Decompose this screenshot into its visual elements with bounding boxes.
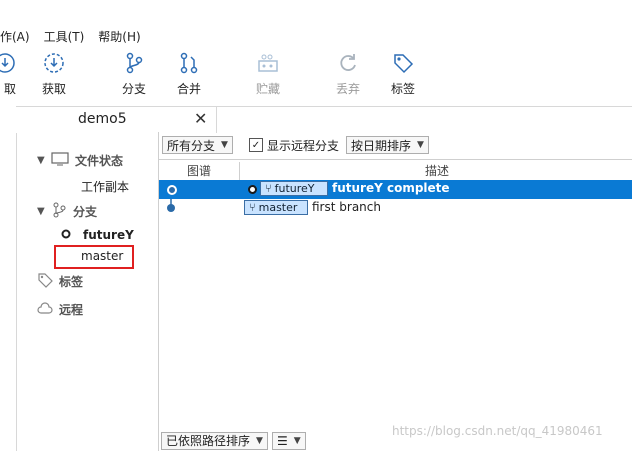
view-mode-dropdown[interactable]: ☰ ▼	[271, 431, 306, 450]
monitor-icon	[51, 152, 69, 169]
sidebar-item-remotes[interactable]: 远程	[37, 301, 83, 318]
current-branch-icon	[61, 228, 71, 242]
menu-help[interactable]: 帮助(H)	[98, 28, 140, 45]
column-description[interactable]: 描述	[239, 162, 632, 180]
commit-message: futureY complete	[332, 181, 450, 195]
sidebar: ▼ 文件状态 工作副本 ▼ 分支 futureY master 标签 远程	[17, 132, 157, 451]
history-panel: 所有分支 ▼ ✓ 显示远程分支 按日期排序 ▼ 图谱 描述 ⑂ futureY fut…	[158, 132, 632, 451]
column-header: 图谱 描述	[159, 159, 632, 181]
commit-node-icon	[167, 204, 175, 212]
fetch-button[interactable]: 取	[0, 48, 30, 97]
chevron-down-icon: ▼	[256, 435, 263, 446]
sort-path-dropdown[interactable]: 已依照路径排序 ▼	[161, 431, 268, 450]
head-marker-icon	[248, 185, 257, 194]
pull-icon	[29, 48, 79, 78]
branch-tag-futurey[interactable]: ⑂ futureY	[260, 181, 328, 196]
chevron-down-icon: ▼	[37, 206, 45, 217]
tag-icon	[37, 272, 53, 291]
sidebar-item-branches[interactable]: ▼ 分支	[37, 202, 97, 221]
toolbar: 取 获取 分支 合并 贮藏 丢弃 标签	[0, 48, 632, 104]
branch-icon: ⑂	[265, 182, 272, 195]
commit-node-icon	[167, 185, 177, 195]
merge-button[interactable]: 合并	[164, 48, 214, 97]
menu-action[interactable]: 作(A)	[0, 28, 30, 45]
chevron-down-icon: ▼	[37, 155, 45, 166]
watermark: https://blog.csdn.net/qq_41980461	[392, 424, 603, 438]
tab-title: demo5	[78, 111, 127, 127]
sort-by-date-dropdown[interactable]: 按日期排序 ▼	[346, 135, 429, 155]
branch-icon: ⑂	[249, 201, 256, 214]
close-icon[interactable]: ✕	[194, 109, 207, 128]
tab-row: demo5 ✕	[16, 106, 632, 133]
commit-message: first branch	[312, 200, 381, 214]
branch-icon	[109, 48, 159, 78]
tag-button[interactable]: 标签	[378, 48, 428, 97]
pull-button[interactable]: 获取	[29, 48, 79, 97]
merge-icon	[164, 48, 214, 78]
chevron-down-icon: ▼	[417, 140, 424, 150]
branch-tag-master[interactable]: ⑂ master	[244, 200, 308, 215]
bottom-bar: 已依照路径排序 ▼ ☰ ▼	[158, 430, 306, 451]
menu-bar: 作(A) 工具(T) 帮助(H)	[0, 26, 632, 46]
chevron-down-icon: ▼	[293, 435, 301, 446]
checkbox-checked-icon: ✓	[249, 138, 263, 152]
branch-icon	[51, 202, 67, 221]
tab-demo5[interactable]: demo5 ✕	[16, 107, 217, 133]
table-row[interactable]: ⑂ master first branch	[159, 199, 632, 218]
tag-icon	[378, 48, 428, 78]
discard-button[interactable]: 丢弃	[323, 48, 373, 97]
fetch-icon	[0, 48, 30, 78]
sidebar-item-working-copy[interactable]: 工作副本	[81, 178, 129, 195]
stash-button[interactable]: 贮藏	[243, 48, 293, 97]
table-row[interactable]: ⑂ futureY futureY complete	[159, 180, 632, 199]
list-icon: ☰	[276, 433, 288, 448]
cloud-icon	[37, 302, 53, 317]
sidebar-item-tags[interactable]: 标签	[37, 272, 83, 291]
all-branches-dropdown[interactable]: 所有分支 ▼	[162, 135, 233, 155]
stash-icon	[243, 48, 293, 78]
red-highlight-box	[54, 245, 134, 269]
menu-tools[interactable]: 工具(T)	[44, 28, 85, 45]
chevron-down-icon: ▼	[221, 140, 228, 150]
sidebar-item-branch-futurey[interactable]: futureY	[61, 228, 134, 242]
show-remote-checkbox[interactable]: ✓ 显示远程分支	[249, 135, 339, 155]
discard-icon	[323, 48, 373, 78]
branch-button[interactable]: 分支	[109, 48, 159, 97]
column-graph[interactable]: 图谱	[159, 162, 239, 179]
sidebar-item-file-status[interactable]: ▼ 文件状态	[37, 152, 123, 169]
